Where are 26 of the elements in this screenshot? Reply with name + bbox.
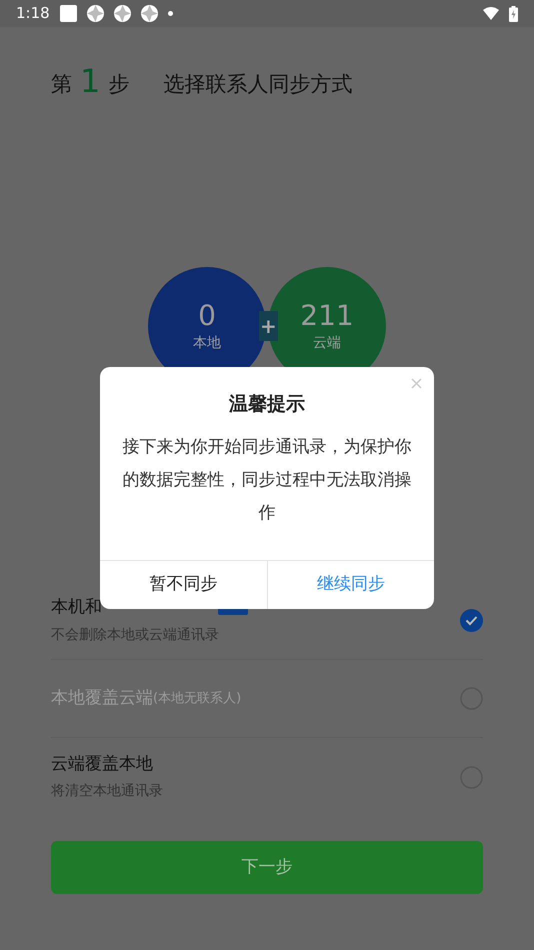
- plus-sign: +: [259, 311, 278, 341]
- dialog-button[interactable]: 继续同步: [266, 561, 434, 609]
- aperture-notification-icon: [140, 5, 158, 22]
- wifi-icon: [483, 7, 499, 20]
- option-title: 云端覆盖本地: [51, 752, 153, 776]
- option-title: 本机和: [51, 596, 102, 620]
- count-value: 0: [198, 298, 216, 332]
- aperture-notification-icon: [86, 5, 104, 22]
- dialog-button[interactable]: 暂不同步: [100, 561, 266, 609]
- dialog-title: 温馨提示: [228, 392, 306, 417]
- step-label: 步: [108, 71, 130, 98]
- dialog-message: 接下来为你开始同步通讯录，为保护你的数据完整性，同步过程中无法取消操作: [122, 436, 412, 525]
- status-time: 1:18: [16, 3, 50, 24]
- next-button[interactable]: 下一步: [51, 841, 483, 894]
- aperture-notification-icon: [114, 5, 131, 22]
- dot-icon: [168, 11, 173, 16]
- page-title: 选择联系人同步方式: [163, 71, 352, 98]
- count-label: 本地: [193, 334, 221, 352]
- step-label: 第: [51, 71, 72, 98]
- checked-radio-icon[interactable]: [460, 609, 483, 632]
- count-value: 211: [300, 298, 354, 332]
- step-number: 1: [80, 63, 100, 99]
- square-notification-icon: [60, 5, 77, 22]
- battery-icon: [509, 6, 518, 22]
- close-icon[interactable]: [411, 378, 422, 389]
- count-label: 云端: [313, 334, 341, 352]
